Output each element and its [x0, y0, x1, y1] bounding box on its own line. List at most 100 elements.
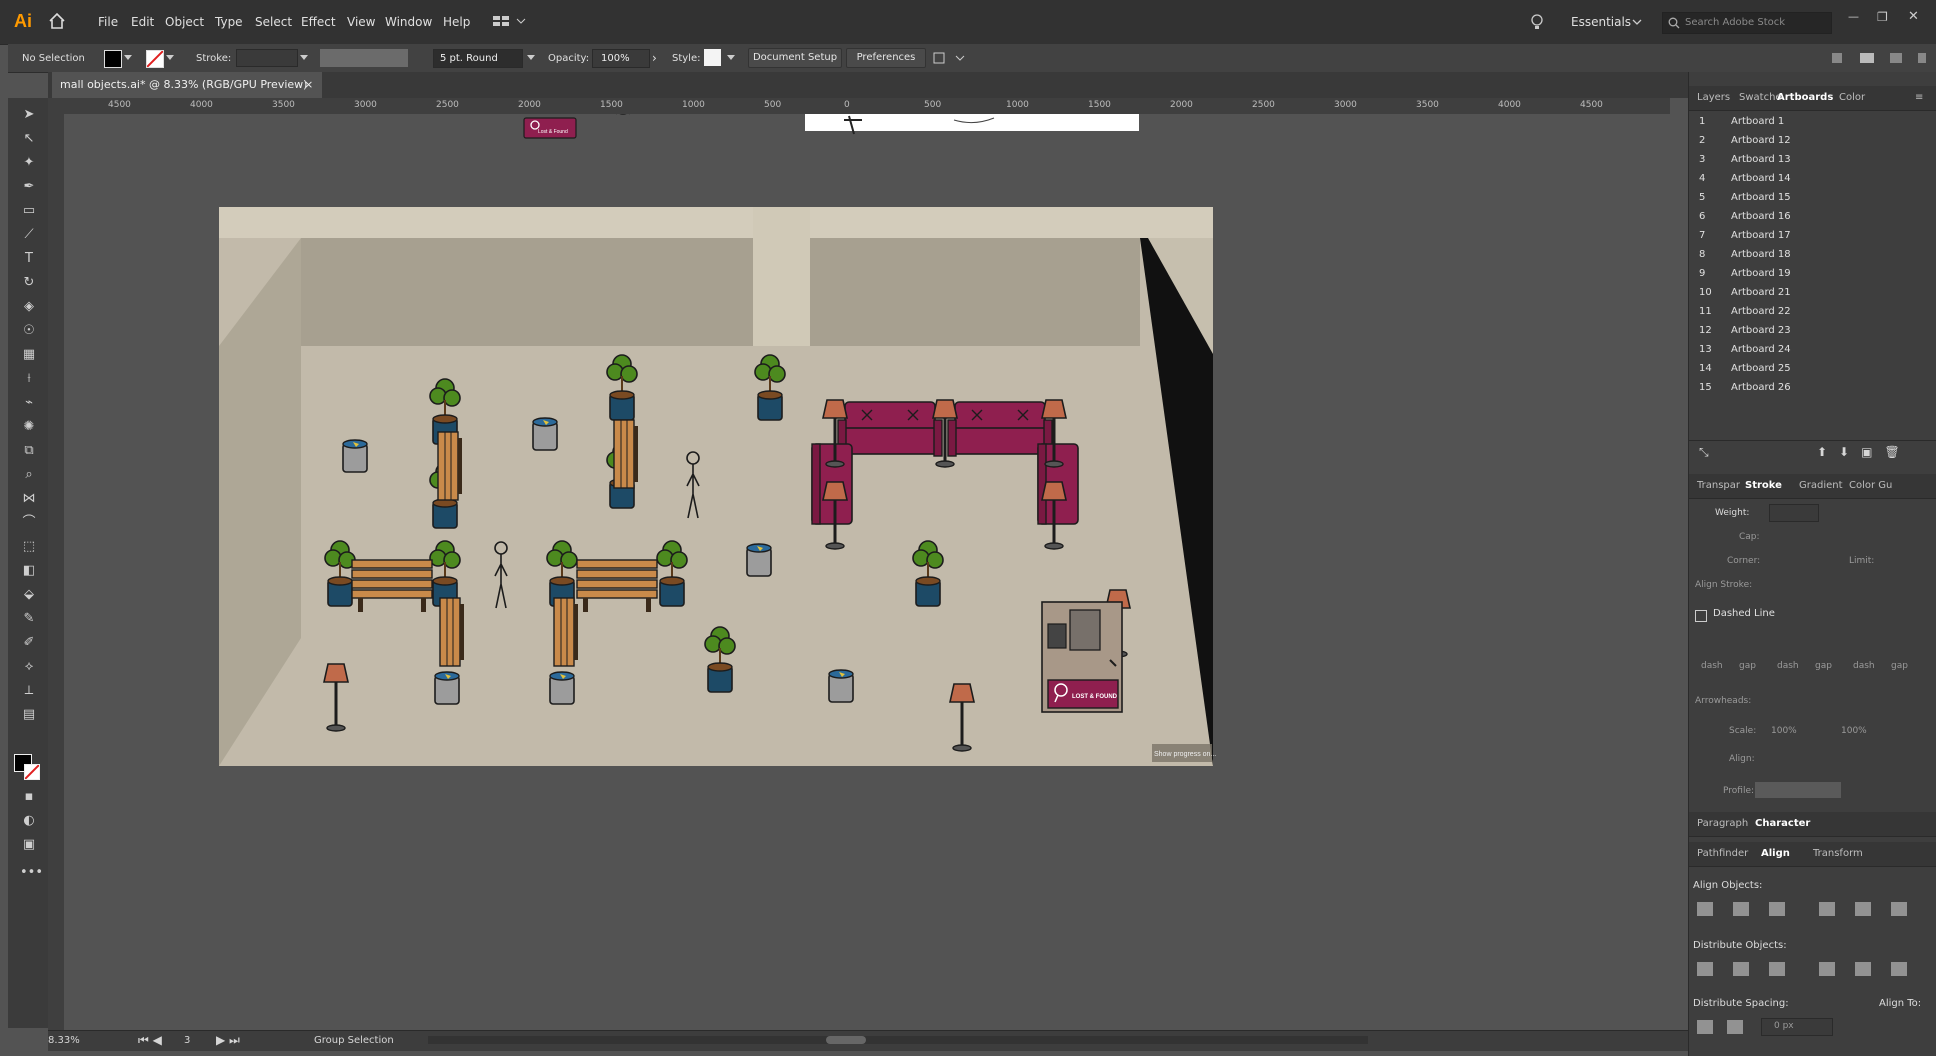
- fill-swatch[interactable]: [104, 50, 122, 68]
- arrange-documents-icon[interactable]: [492, 14, 528, 28]
- blend-icon[interactable]: ⌁: [20, 394, 38, 412]
- zoom-level[interactable]: 8.33%: [48, 1035, 80, 1046]
- opacity-field[interactable]: 100%: [592, 49, 650, 68]
- menu-edit[interactable]: Edit: [131, 15, 154, 29]
- artboard-nav-icon[interactable]: ⏮ ◀: [138, 1033, 162, 1048]
- eraser-icon[interactable]: ◈: [20, 298, 38, 316]
- shape-builder-icon[interactable]: ◧: [20, 562, 38, 580]
- minimize-icon[interactable]: —: [1848, 10, 1859, 23]
- list-item[interactable]: 6 Artboard 16: [1689, 207, 1921, 226]
- list-item[interactable]: 5 Artboard 15: [1689, 188, 1921, 207]
- menu-file[interactable]: File: [98, 15, 118, 29]
- menu-view[interactable]: View: [347, 15, 375, 29]
- weight-field[interactable]: [1769, 504, 1819, 522]
- list-item[interactable]: 2 Artboard 12: [1689, 131, 1921, 150]
- more-tools-icon[interactable]: •••: [20, 864, 43, 882]
- chevron-down-icon[interactable]: [727, 55, 735, 61]
- tab-swatches[interactable]: Swatche: [1739, 92, 1782, 103]
- chevron-down-icon[interactable]: [166, 55, 174, 61]
- smooth-tool-icon[interactable]: ✐: [20, 634, 38, 652]
- tab-transform[interactable]: Transform: [1813, 848, 1863, 859]
- live-paint-icon[interactable]: ⬙: [20, 586, 38, 604]
- preferences-button[interactable]: Preferences: [846, 48, 926, 68]
- artboard-actions-icon[interactable]: ⬆⬇▣🗑: [1817, 445, 1912, 459]
- list-item[interactable]: 9 Artboard 19: [1689, 264, 1921, 283]
- rearrange-icon[interactable]: ⤡: [1699, 445, 1709, 460]
- document-setup-button[interactable]: Document Setup: [748, 48, 842, 68]
- pencil-icon[interactable]: ✎: [20, 610, 38, 628]
- artboard-next-icon[interactable]: ▶ ⏭: [216, 1033, 240, 1048]
- align-right-icon[interactable]: [1769, 902, 1785, 916]
- list-item[interactable]: 1 Artboard 1: [1689, 112, 1921, 131]
- gradient-icon[interactable]: ▦: [20, 346, 38, 364]
- distribute-center-icon[interactable]: [1733, 962, 1749, 976]
- rectangle-tool-icon[interactable]: ▭: [20, 202, 38, 220]
- eyedropper-icon[interactable]: ⟊: [20, 370, 38, 388]
- list-item[interactable]: 10 Artboard 21: [1689, 283, 1921, 302]
- list-item[interactable]: 13 Artboard 24: [1689, 340, 1921, 359]
- vertical-spacing-icon[interactable]: [1697, 1020, 1713, 1034]
- chevron-down-icon[interactable]: [300, 55, 308, 61]
- menu-select[interactable]: Select: [255, 15, 292, 29]
- graph-tool-icon[interactable]: ▤: [20, 706, 38, 724]
- spacing-field[interactable]: 0 px: [1761, 1018, 1833, 1036]
- menu-object[interactable]: Object: [165, 15, 204, 29]
- paintbrush-icon[interactable]: ⟋: [20, 226, 38, 244]
- measure-icon[interactable]: ⟂: [20, 682, 38, 700]
- knife-icon[interactable]: ⟡: [20, 658, 38, 676]
- type-tool-icon[interactable]: T: [20, 250, 38, 268]
- align-center-icon[interactable]: [1733, 902, 1749, 916]
- horizontal-ruler[interactable]: 4500 4000 3500 3000 2500 2000 1500 1000 …: [48, 98, 1670, 115]
- tab-close-icon[interactable]: ×: [304, 72, 313, 98]
- arrange-icon[interactable]: [932, 50, 966, 66]
- scrollbar-thumb[interactable]: [826, 1036, 866, 1044]
- align-bottom-icon[interactable]: [1891, 902, 1907, 916]
- variable-width-profile[interactable]: [320, 49, 408, 67]
- magic-wand-icon[interactable]: ✦: [20, 154, 38, 172]
- align-top-icon[interactable]: [1819, 902, 1835, 916]
- tab-artboards[interactable]: Artboards: [1777, 92, 1833, 103]
- align-left-icon[interactable]: [1697, 902, 1713, 916]
- tab-character[interactable]: Character: [1755, 818, 1810, 829]
- zoom-icon[interactable]: ⌕: [20, 466, 38, 484]
- restore-icon[interactable]: ❐: [1877, 10, 1888, 24]
- tab-pathfinder[interactable]: Pathfinder: [1697, 848, 1748, 859]
- vertical-ruler[interactable]: [48, 114, 65, 1030]
- home-icon[interactable]: [48, 12, 66, 30]
- distribute-bottom-icon[interactable]: [1769, 962, 1785, 976]
- profile-select[interactable]: [1755, 782, 1841, 798]
- distribute-top-icon[interactable]: [1697, 962, 1713, 976]
- list-item[interactable]: 7 Artboard 17: [1689, 226, 1921, 245]
- close-icon[interactable]: ✕: [1908, 9, 1919, 24]
- horizontal-spacing-icon[interactable]: [1727, 1020, 1743, 1034]
- selection-tool-icon[interactable]: ➤: [20, 106, 38, 124]
- menu-type[interactable]: Type: [215, 15, 243, 29]
- direct-selection-tool-icon[interactable]: ↖: [20, 130, 38, 148]
- free-transform-icon[interactable]: ⬚: [20, 538, 38, 556]
- tab-layers[interactable]: Layers: [1697, 92, 1730, 103]
- brush-definition[interactable]: 5 pt. Round: [433, 49, 523, 68]
- artboard-canvas[interactable]: Lost & Found Show progress on... LOST & …: [64, 114, 1670, 1030]
- tab-align[interactable]: Align: [1761, 848, 1790, 859]
- menu-effect[interactable]: Effect: [301, 15, 336, 29]
- lightbulb-icon[interactable]: [1530, 13, 1544, 31]
- panel-controls-icon[interactable]: [1830, 51, 1930, 65]
- distribute-hcenter-icon[interactable]: [1855, 962, 1871, 976]
- stroke-color-icon[interactable]: [24, 764, 40, 780]
- chevron-down-icon[interactable]: [1632, 18, 1642, 26]
- workspace-switcher[interactable]: Essentials: [1571, 15, 1631, 29]
- draw-mode-icon[interactable]: ◐: [20, 812, 38, 830]
- list-item[interactable]: 4 Artboard 14: [1689, 169, 1921, 188]
- dashed-line-checkbox[interactable]: [1695, 610, 1707, 622]
- list-item[interactable]: 3 Artboard 13: [1689, 150, 1921, 169]
- screen-mode-icon[interactable]: ▣: [20, 836, 38, 854]
- tab-stroke[interactable]: Stroke: [1745, 480, 1782, 491]
- stock-search-input[interactable]: Search Adobe Stock: [1662, 12, 1832, 34]
- list-item[interactable]: 11 Artboard 22: [1689, 302, 1921, 321]
- stroke-weight-field[interactable]: [236, 49, 298, 67]
- tab-color[interactable]: Color: [1839, 92, 1865, 103]
- symbol-sprayer-icon[interactable]: ✺: [20, 418, 38, 436]
- tab-gradient[interactable]: Gradient: [1799, 480, 1843, 491]
- panel-menu-icon[interactable]: ≡: [1915, 92, 1923, 103]
- width-tool-icon[interactable]: ⋈: [20, 490, 38, 508]
